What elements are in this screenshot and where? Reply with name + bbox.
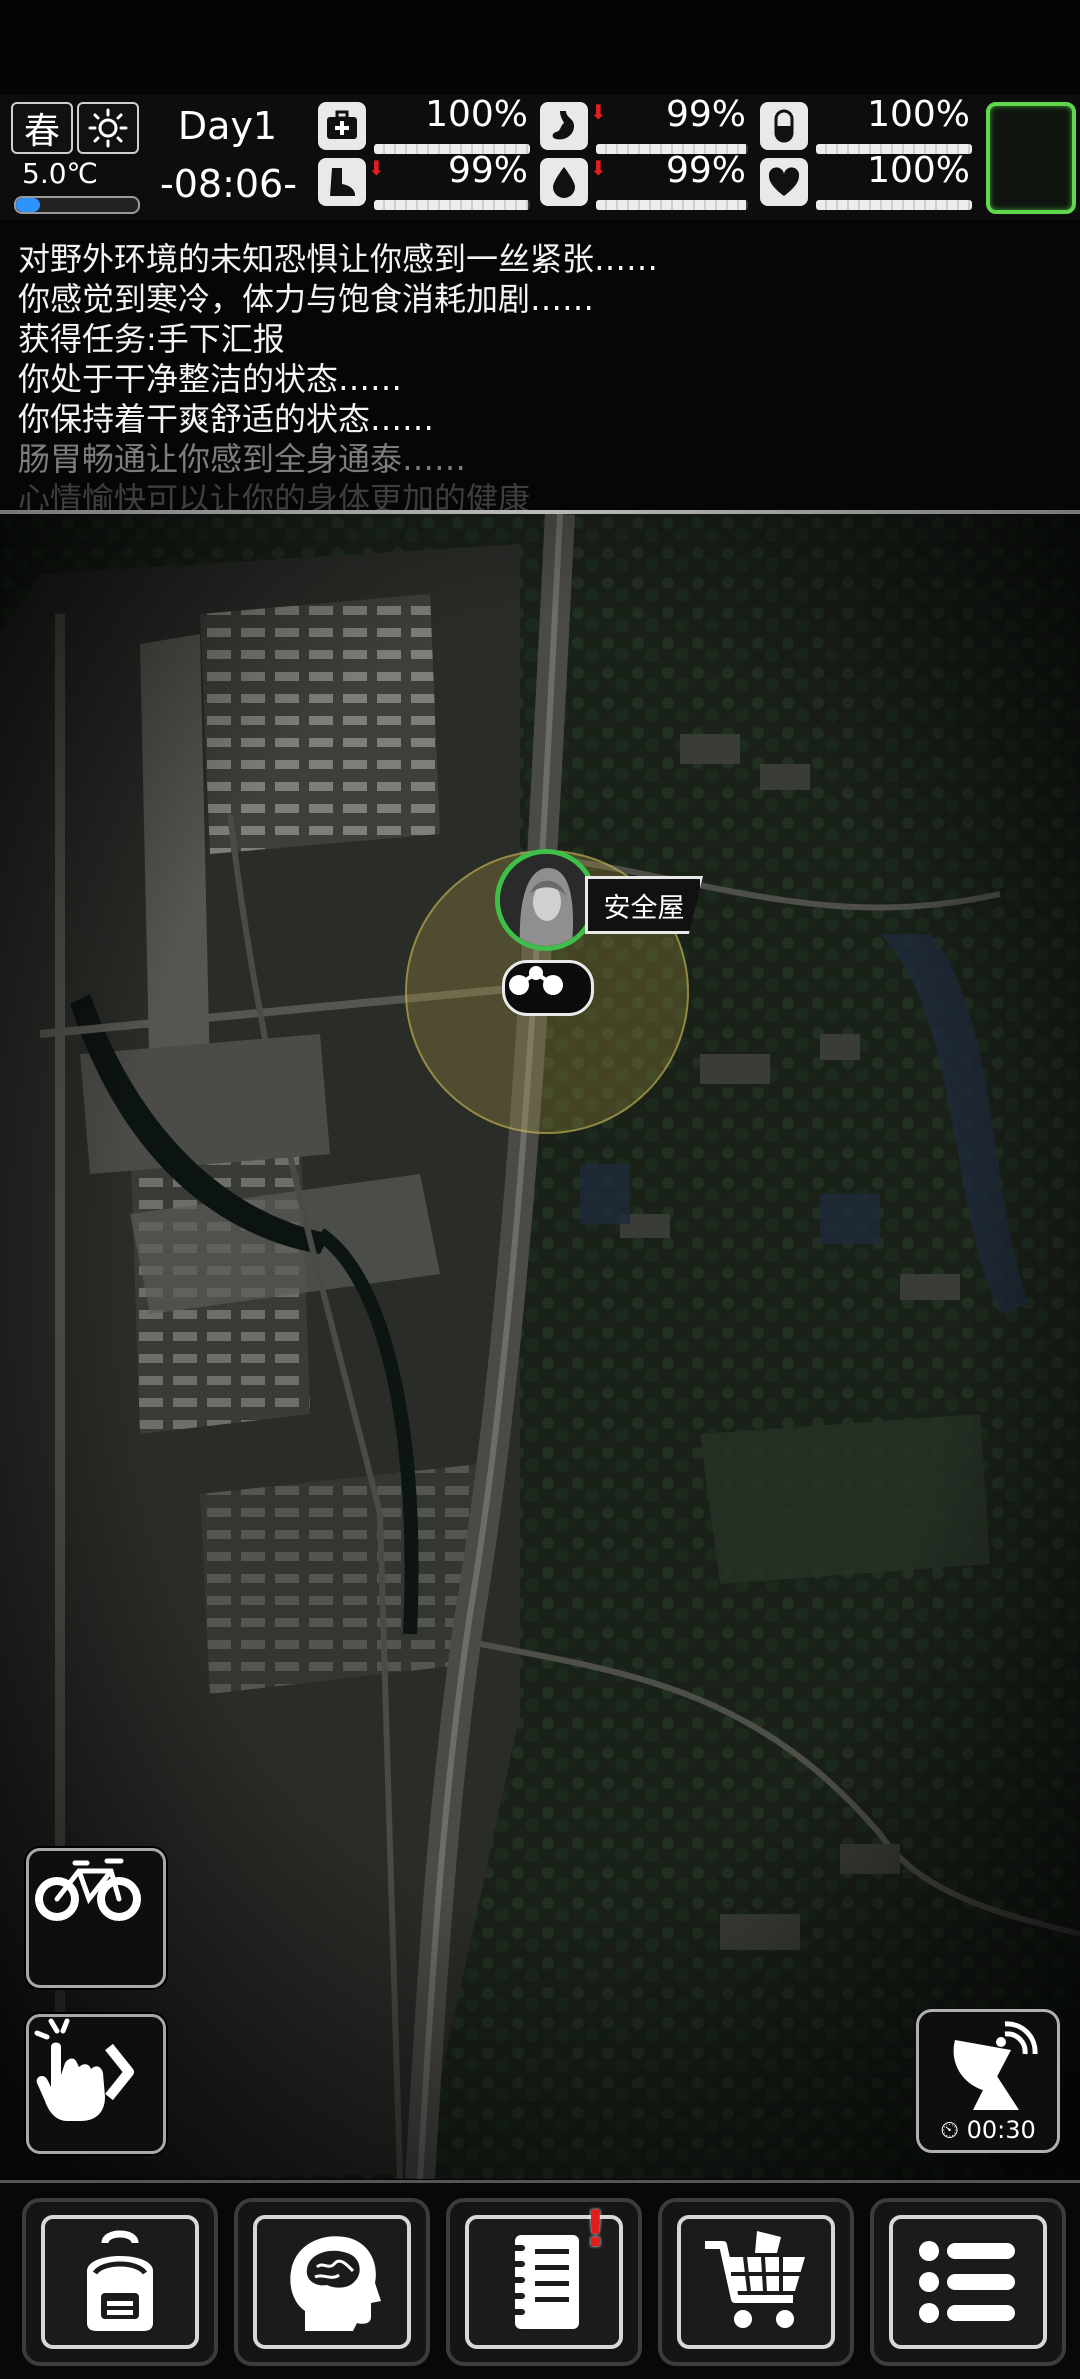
location-label-safehouse[interactable]: 安全屋 xyxy=(585,876,703,934)
stat-bar xyxy=(596,200,748,210)
stat-health: 100% xyxy=(318,94,534,156)
satellite-dish-icon xyxy=(953,2021,1038,2110)
equipment-slot[interactable] xyxy=(986,102,1076,214)
stat-value: 99% xyxy=(447,150,528,191)
character-avatar[interactable] xyxy=(495,849,597,951)
bicycle-badge-icon xyxy=(502,960,594,1016)
decrease-arrow-icon: ⬇ xyxy=(590,100,607,124)
backpack-icon xyxy=(87,2230,153,2331)
stat-bar-fill xyxy=(374,200,529,210)
day-counter: Day1 xyxy=(177,104,278,148)
menu-button-frame xyxy=(889,2215,1047,2349)
satellite-map[interactable]: 安全屋 ⏲ 00:30 xyxy=(0,514,1080,2179)
game-clock: -08:06- xyxy=(160,162,297,206)
sun-icon xyxy=(77,102,139,154)
stat-stomach: ⬇ 99% xyxy=(540,94,752,156)
log-line: 心情愉快可以让你的身体更加的健康 xyxy=(18,480,531,512)
tap-hand-icon xyxy=(34,2018,134,2121)
stat-bar-fill xyxy=(596,200,747,210)
radar-scan-button[interactable]: ⏲ 00:30 xyxy=(916,2009,1060,2153)
clock-icon: ⏲ xyxy=(940,2116,959,2144)
skills-button[interactable] xyxy=(234,2198,430,2366)
stat-bar-fill xyxy=(816,200,972,210)
quest-alert-icon: ! xyxy=(584,2200,607,2258)
radar-timer: ⏲ 00:30 xyxy=(919,2116,1057,2144)
medkit-icon xyxy=(318,102,366,150)
interact-button[interactable] xyxy=(26,2014,166,2154)
message-log[interactable]: 对野外环境的未知恐惧让你感到一丝紧张…… 你感觉到寒冷，体力与饱食消耗加剧…… … xyxy=(0,222,1080,512)
brain-head-icon xyxy=(290,2236,381,2331)
stat-bar xyxy=(816,200,972,210)
pill-icon xyxy=(760,102,808,150)
shop-button-frame xyxy=(677,2215,835,2349)
quests-button[interactable] xyxy=(446,2198,642,2366)
temperature-bar-fill xyxy=(16,198,41,212)
decrease-arrow-icon: ⬇ xyxy=(368,156,385,180)
backpack-button[interactable] xyxy=(22,2198,218,2366)
skills-button-frame xyxy=(253,2215,411,2349)
stat-value: 100% xyxy=(867,94,970,135)
water-drop-icon xyxy=(540,158,588,206)
character-portrait-icon xyxy=(500,854,592,946)
season-indicator: 春 xyxy=(11,102,73,154)
stat-value: 100% xyxy=(425,94,528,135)
radar-timer-value: 00:30 xyxy=(966,2116,1036,2144)
shopping-cart-icon xyxy=(705,2231,805,2328)
temperature-bar xyxy=(14,196,140,214)
boot-icon xyxy=(318,158,366,206)
stat-value: 100% xyxy=(867,150,970,191)
stat-value: 99% xyxy=(665,94,746,135)
backpack-button-frame xyxy=(41,2215,199,2349)
bicycle-button[interactable] xyxy=(26,1848,166,1988)
stat-bar xyxy=(374,200,530,210)
decrease-arrow-icon: ⬇ xyxy=(590,156,607,180)
stomach-icon xyxy=(540,102,588,150)
temperature-readout: 5.0℃ xyxy=(22,157,98,190)
stat-pills: 100% xyxy=(760,94,976,156)
bicycle-icon xyxy=(35,1858,141,1921)
stat-mood: 100% xyxy=(760,150,976,212)
menu-button[interactable] xyxy=(870,2198,1066,2366)
shop-button[interactable] xyxy=(658,2198,854,2366)
stat-stamina: ⬇ 99% xyxy=(318,150,534,212)
heart-icon xyxy=(760,158,808,206)
notebook-icon xyxy=(507,2235,579,2329)
stat-water: ⬇ 99% xyxy=(540,150,752,212)
stat-value: 99% xyxy=(665,150,746,191)
list-menu-icon xyxy=(919,2241,1015,2323)
